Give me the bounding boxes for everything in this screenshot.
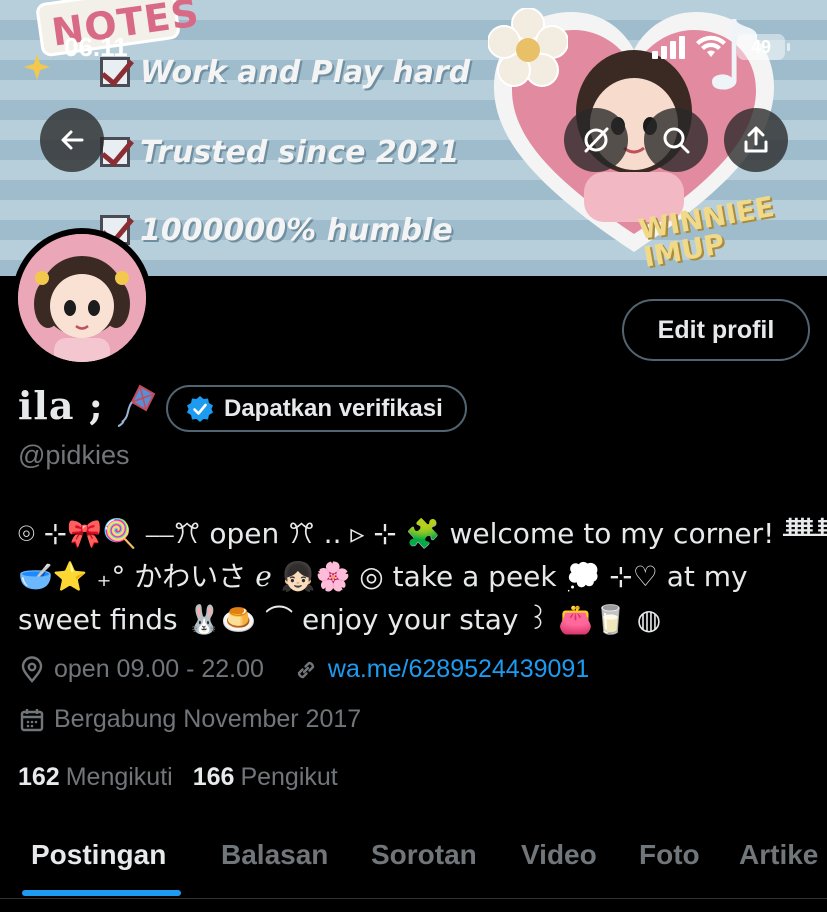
cellular-signal-icon	[652, 35, 685, 59]
tab-video[interactable]: Video	[521, 822, 597, 888]
tab-articles[interactable]: Artike	[739, 822, 818, 888]
bio-line: ⌾ ⊹🎀🍭 ⎯⎯ꔫ open ꔫ .. ▹ ⊹ 🧩 welcome to my …	[18, 517, 827, 550]
link-icon	[297, 661, 315, 678]
wifi-icon	[696, 35, 726, 57]
flower-sticker	[488, 8, 568, 87]
avatar[interactable]	[12, 228, 152, 368]
profile-tabs: Postingan Balasan Sorotan Video Foto Art…	[0, 822, 827, 898]
tab-replies[interactable]: Balasan	[221, 822, 328, 888]
active-tab-indicator	[22, 890, 181, 896]
checkbox-icon	[100, 137, 130, 167]
display-name-row: ila ;	[18, 383, 156, 428]
follow-stats: 162 Mengikuti 166 Pengikut	[18, 763, 338, 792]
divider	[0, 898, 827, 899]
tab-photos[interactable]: Foto	[639, 822, 700, 888]
location-pin-icon	[21, 655, 43, 683]
verified-badge-icon	[187, 395, 213, 422]
display-name: ila ;	[18, 383, 104, 428]
checklist-text: Trusted since 2021	[140, 134, 460, 170]
bio-line: sweet finds 🐰🍮 ⌒ enjoy your stay ꒱ 👛🥛 ◍	[18, 603, 662, 636]
tab-highlights[interactable]: Sorotan	[371, 822, 477, 888]
search-icon	[663, 127, 690, 154]
calendar-icon	[20, 708, 44, 731]
share-button[interactable]	[724, 108, 788, 172]
following-label: Mengikuti	[65, 763, 173, 791]
grok-icon	[584, 127, 609, 153]
kite-icon	[117, 384, 156, 427]
checklist-item: Work and Play hard	[100, 52, 470, 92]
bio-line: 🥣⭐ ₊° かわいさ ℯ 👧🏻🌸 ◎ take a peek 💭 ⊹♡ at m…	[18, 560, 748, 593]
edit-profile-button[interactable]: Edit profil	[622, 299, 810, 361]
back-button[interactable]	[40, 108, 104, 172]
followers-count: 166	[192, 763, 235, 791]
joined-date: Bergabung November 2017	[54, 705, 362, 733]
followers-label: Pengikut	[240, 763, 338, 791]
search-button[interactable]	[644, 108, 708, 172]
profile-link[interactable]: wa.me/6289524439091	[328, 655, 589, 684]
checklist-text: Work and Play hard	[140, 54, 471, 90]
checklist-item: Trusted since 2021	[100, 132, 459, 172]
checklist-text: 1000000% humble	[140, 212, 453, 248]
get-verified-button[interactable]: Dapatkan verifikasi	[166, 385, 467, 432]
status-icons: 49	[652, 34, 790, 60]
battery-indicator: 49	[737, 34, 790, 60]
followers-link[interactable]: 166 Pengikut	[193, 763, 338, 792]
following-count: 162	[18, 763, 60, 791]
location-text: open 09.00 - 22.00	[54, 655, 264, 683]
profile-bio: ⌾ ⊹🎀🍭 ⎯⎯ꔫ open ꔫ .. ▹ ⊹ 🧩 welcome to my …	[18, 512, 827, 641]
avatar-image	[18, 234, 146, 362]
profile-meta-row: open 09.00 - 22.00 wa.me/6289524439091	[18, 655, 589, 684]
user-handle: @pidkies	[18, 440, 130, 470]
joined-row: Bergabung November 2017	[18, 705, 361, 734]
grok-button[interactable]	[564, 108, 628, 172]
profile-banner[interactable]: NOTES Work and Play hard Trusted since 2…	[0, 0, 827, 276]
checklist-item: 1000000% humble	[100, 210, 453, 250]
get-verified-label: Dapatkan verifikasi	[224, 394, 443, 422]
following-link[interactable]: 162 Mengikuti	[18, 763, 173, 792]
arrow-left-icon	[61, 130, 84, 150]
share-icon	[744, 126, 768, 153]
status-time: 06.11	[64, 32, 128, 62]
sparkle-icon	[24, 54, 50, 80]
tab-posts[interactable]: Postingan	[31, 822, 166, 888]
